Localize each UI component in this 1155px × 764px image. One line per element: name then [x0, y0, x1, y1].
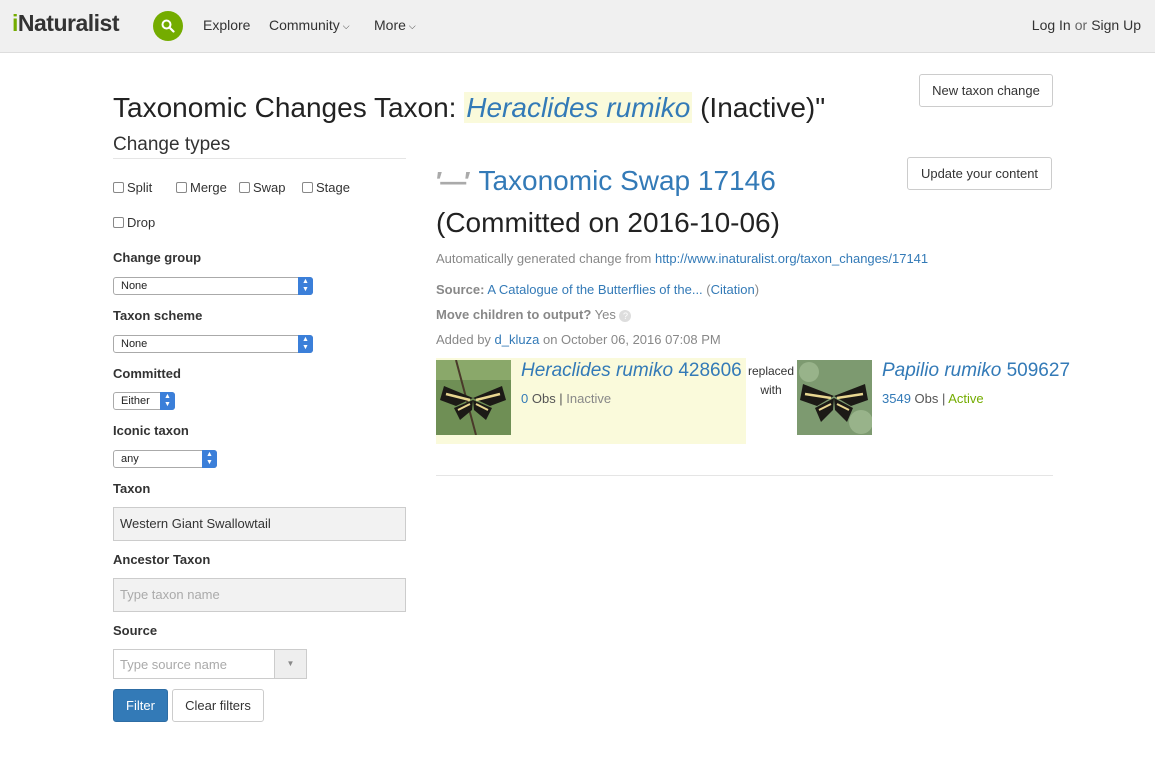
taxon-input[interactable]: Western Giant Swallowtail: [113, 507, 406, 541]
checkbox-drop[interactable]: Drop: [113, 215, 155, 230]
checkbox-box[interactable]: [302, 182, 313, 193]
status-badge: Inactive: [566, 391, 612, 406]
checkbox-merge[interactable]: Merge: [176, 180, 227, 195]
select-arrows-icon: ▲ ▼: [202, 450, 217, 468]
chevron-down-icon: ⌵: [408, 21, 416, 31]
divider: [436, 475, 1053, 476]
auto-generated-text: Automatically generated change from http…: [436, 251, 929, 266]
source-link[interactable]: A Catalogue of the Butterflies of the...: [487, 282, 702, 297]
butterfly-image: [797, 360, 872, 435]
new-taxon-change-button[interactable]: New taxon change: [919, 74, 1053, 107]
change-types-heading: Change types: [113, 134, 406, 159]
nav-explore[interactable]: Explore: [203, 17, 250, 33]
checkbox-swap[interactable]: Swap: [239, 180, 286, 195]
chevron-down-icon: ⌵: [342, 21, 350, 31]
taxon-scheme-select[interactable]: None ▲ ▼: [113, 335, 313, 353]
committed-select[interactable]: Either ▲ ▼: [113, 392, 175, 410]
inaturalist-logo[interactable]: iNaturalist: [12, 10, 119, 37]
ancestor-taxon-input[interactable]: Type taxon name: [113, 578, 406, 612]
source-combobox[interactable]: Type source name ▼: [113, 649, 307, 679]
nav-community[interactable]: Community ⌵: [269, 17, 350, 33]
iconic-taxon-select[interactable]: any ▲ ▼: [113, 450, 217, 468]
checkbox-stage[interactable]: Stage: [302, 180, 350, 195]
filter-button[interactable]: Filter: [113, 689, 168, 722]
auth-links: Log In or Sign Up: [1031, 17, 1141, 33]
new-taxon-name[interactable]: Papilio rumiko 509627: [882, 360, 1070, 382]
user-link[interactable]: d_kluza: [495, 332, 540, 347]
butterfly-image: [436, 360, 511, 435]
change-group-select[interactable]: None ▲ ▼: [113, 277, 313, 295]
replaced-with-label: replaced with: [747, 364, 795, 397]
source-change-link[interactable]: http://www.inaturalist.org/taxon_changes…: [655, 251, 928, 266]
ancestor-taxon-label: Ancestor Taxon: [113, 552, 211, 567]
old-taxon-photo[interactable]: [436, 360, 511, 435]
taxon-label: Taxon: [113, 481, 151, 496]
swap-icon: ′—′: [436, 166, 470, 196]
change-title: ′—′ Taxonomic Swap 17146 (Committed on 20…: [436, 160, 780, 244]
login-link[interactable]: Log In: [1032, 17, 1071, 33]
select-arrows-icon: ▲ ▼: [298, 335, 313, 353]
select-arrows-icon: ▲ ▼: [160, 392, 175, 410]
committed-date: (Committed on 2016-10-06): [436, 207, 780, 238]
clear-filters-button[interactable]: Clear filters: [172, 689, 264, 722]
checkbox-box[interactable]: [113, 182, 124, 193]
checkbox-box[interactable]: [239, 182, 250, 193]
move-children-line: Move children to output? Yes ?: [436, 307, 632, 322]
taxon-scheme-label: Taxon scheme: [113, 308, 203, 323]
source-line: Source: A Catalogue of the Butterflies o…: [436, 282, 760, 297]
nav-more[interactable]: More ⌵: [374, 17, 416, 33]
update-content-button[interactable]: Update your content: [907, 157, 1052, 190]
old-taxon-name[interactable]: Heraclides rumiko 428606: [521, 360, 742, 382]
search-icon: [161, 19, 175, 33]
new-obs-count-link[interactable]: 3549: [882, 391, 911, 406]
chevron-down-icon[interactable]: ▼: [274, 650, 306, 678]
new-taxon-stats: 3549 Obs | Active: [882, 391, 984, 406]
top-navbar: iNaturalist Explore Community ⌵ More ⌵ Log…: [0, 0, 1155, 53]
search-button[interactable]: [153, 11, 183, 41]
status-badge: Active: [948, 391, 984, 406]
checkbox-box[interactable]: [176, 182, 187, 193]
citation-link[interactable]: Citation: [711, 282, 755, 297]
change-title-link[interactable]: Taxonomic Swap 17146: [478, 165, 775, 196]
added-by-line: Added by d_kluza on October 06, 2016 07:…: [436, 332, 721, 347]
title-taxon-link[interactable]: Heraclides rumiko: [464, 92, 693, 123]
help-icon[interactable]: ?: [619, 309, 632, 322]
committed-label: Committed: [113, 366, 181, 381]
checkbox-box[interactable]: [113, 217, 124, 228]
signup-link[interactable]: Sign Up: [1091, 17, 1141, 33]
change-group-label: Change group: [113, 250, 202, 265]
checkbox-split[interactable]: Split: [113, 180, 152, 195]
old-taxon-stats: 0 Obs | Inactive: [521, 391, 612, 406]
page-title: Taxonomic Changes Taxon: Heraclides rumi…: [113, 92, 826, 123]
source-label: Source: [113, 623, 158, 638]
new-taxon-photo[interactable]: [797, 360, 872, 435]
select-arrows-icon: ▲ ▼: [298, 277, 313, 295]
iconic-taxon-label: Iconic taxon: [113, 423, 189, 438]
source-input[interactable]: Type source name: [120, 657, 227, 672]
